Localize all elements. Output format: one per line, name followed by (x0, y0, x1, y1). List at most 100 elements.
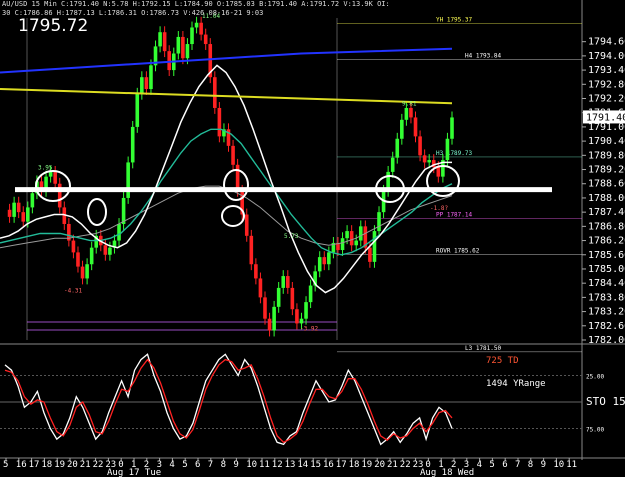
candle-body (158, 32, 162, 47)
candle-body (450, 117, 454, 139)
candle-body (436, 167, 441, 177)
time-tick-label: 6 (502, 460, 507, 470)
candle-body (21, 212, 26, 222)
candle-body (322, 257, 327, 265)
swing-annotation: -1.8? (430, 205, 448, 212)
candle-body (213, 77, 217, 108)
time-tick-label: 11 (259, 460, 270, 470)
current-price-tag: 1791.40 (586, 112, 625, 123)
price-tick-label: 1792.80 (588, 79, 625, 90)
price-tick-label: 1792.20 (588, 94, 625, 105)
price-tick-label: 1788.60 (588, 179, 625, 190)
pivot-level-label: ROVR 1785.62 (436, 247, 480, 254)
time-tick-label: 5 (182, 460, 187, 470)
candle-body (340, 238, 345, 251)
time-tick-label: 18 (349, 460, 360, 470)
time-tick-label: 17 (336, 460, 347, 470)
time-tick-label: 10 (246, 460, 257, 470)
price-tick-label: 1785.00 (588, 264, 625, 275)
candle-body (276, 287, 281, 307)
time-tick-label: 5 (489, 460, 494, 470)
pivot-level-label: PP 1787.14 (436, 211, 473, 218)
time-tick-label: 8 (221, 460, 226, 470)
candle-body (418, 136, 422, 156)
candle-body (217, 107, 222, 137)
candle-body (231, 145, 235, 165)
time-tick-label: 14 (297, 460, 308, 470)
price-tick-label: 1782.00 (588, 335, 625, 346)
candle-body (285, 276, 290, 288)
candle-body (162, 32, 167, 52)
candle-body (26, 207, 30, 222)
candle-body (71, 240, 76, 253)
candle-body (103, 245, 108, 255)
sto-label: STO 15, (586, 395, 625, 408)
candle-body (409, 107, 413, 118)
last-price-label: 1795.72 (18, 16, 89, 36)
price-tick-label: 1782.60 (588, 321, 625, 332)
price-tick-label: 1784.40 (588, 278, 625, 289)
candle-body (144, 77, 149, 90)
time-tick-label: 19 (54, 460, 65, 470)
candle-body (267, 318, 272, 331)
candle-body (317, 257, 322, 272)
candle-body (404, 107, 409, 120)
circle-annotation (87, 198, 107, 226)
time-tick-label: 19 (361, 460, 372, 470)
price-tick-label: 1788.00 (588, 193, 625, 204)
time-tick-label: 16 (16, 460, 27, 470)
time-tick-label: 6 (195, 460, 200, 470)
candle-body (135, 93, 140, 127)
candle-body (354, 240, 359, 246)
oscillator-series-pct-k (4, 353, 453, 446)
date-label: Aug 18 Wed (420, 468, 474, 477)
time-tick-label: 17 (29, 460, 40, 470)
candle-body (30, 193, 35, 208)
oscillator-series-pct-d (4, 358, 453, 444)
candle-body (377, 212, 381, 232)
candle-body (176, 36, 181, 54)
time-tick-label: 7 (208, 460, 213, 470)
time-tick-label: 4 (169, 460, 174, 470)
candle-body (390, 157, 395, 172)
ma-blue-line (0, 47, 453, 74)
time-tick-label: 10 (553, 460, 564, 470)
oscillator-tick-label: 25.00 (586, 374, 604, 381)
candle-body (372, 231, 377, 262)
candle-body (249, 235, 254, 265)
time-tick-label: 20 (67, 460, 78, 470)
price-tick-label: 1789.20 (588, 165, 625, 176)
candle-body (422, 155, 427, 163)
time-tick-label: 16 (323, 460, 334, 470)
price-tick-label: 1794.60 (588, 37, 625, 48)
candle-body (194, 22, 199, 28)
td-label: 725 TD (486, 356, 519, 366)
candle-body (327, 252, 331, 265)
candle-body (254, 264, 258, 279)
candle-body (199, 22, 203, 35)
candle-body (368, 247, 372, 262)
candle-body (445, 138, 450, 161)
ma-yellow-line (0, 88, 453, 105)
candle-body (263, 297, 267, 319)
yrange-label: 1494 YRange (486, 379, 546, 389)
candle-body (185, 44, 190, 59)
candle-body (149, 65, 153, 90)
candle-body (203, 34, 208, 45)
time-tick-label: 20 (374, 460, 385, 470)
oscillator-tick-label: 75.00 (586, 427, 604, 434)
candle-body (349, 231, 354, 246)
price-tick-label: 1783.20 (588, 307, 625, 318)
candle-body (76, 252, 80, 267)
price-tick-label: 1785.60 (588, 250, 625, 261)
swing-annotation: 5.73 (284, 233, 299, 240)
time-tick-label: 7 (515, 460, 520, 470)
chart-svg: 1794.60 1794.00 1793.40 1792.80 1792.20 1791.… (0, 0, 625, 477)
candle-body (89, 247, 94, 265)
price-tick-label: 1790.40 (588, 136, 625, 147)
price-tick-label: 1786.20 (588, 236, 625, 247)
candle-body (48, 171, 53, 177)
candle-body (140, 77, 144, 94)
time-tick-label: 8 (528, 460, 533, 470)
time-tick-label: 13 (285, 460, 296, 470)
